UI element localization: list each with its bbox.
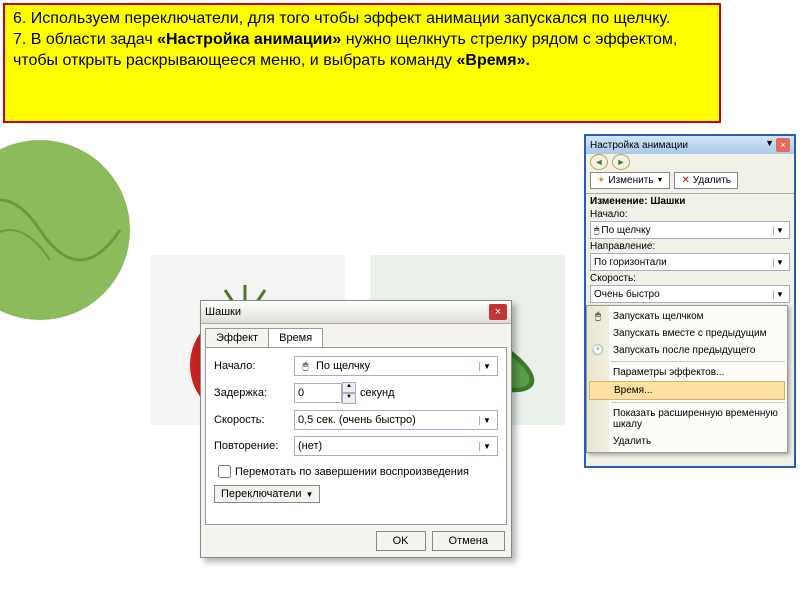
mouse-icon: 🖱 — [590, 309, 606, 325]
delay-unit: секунд — [360, 387, 395, 399]
delay-spinner[interactable]: 0 — [294, 383, 342, 403]
delay-value: 0 — [298, 387, 304, 399]
chevron-down-icon: ▼ — [479, 442, 494, 451]
dialog-titlebar: Шашки × — [201, 301, 511, 324]
menu-start-after[interactable]: 🕐 Запускать после предыдущего — [587, 342, 787, 359]
dialog-tabs: Эффект Время — [205, 328, 507, 347]
tp-direction-combo[interactable]: По горизонтали ▼ — [590, 253, 790, 271]
nav-back-icon[interactable]: ◄ — [590, 154, 608, 170]
chevron-down-icon: ▼ — [773, 226, 786, 235]
instruction-7-bold2: «Время». — [457, 52, 530, 69]
change-label: Изменение: Шашки — [590, 196, 685, 207]
menu-start-click[interactable]: 🖱 Запускать щелчком — [587, 308, 787, 325]
menu-start-with[interactable]: Запускать вместе с предыдущим — [587, 325, 787, 342]
rewind-checkbox[interactable] — [218, 465, 231, 478]
triggers-label: Переключатели — [221, 488, 301, 500]
taskpane-header: Настройка анимации ▼ × — [586, 136, 794, 154]
ok-button[interactable]: OK — [376, 531, 426, 551]
menu-label: Время... — [614, 385, 652, 396]
start-value: По щелчку — [316, 360, 479, 372]
tp-start-value: По щелчку — [601, 225, 773, 236]
repeat-combo[interactable]: (нет) ▼ — [294, 436, 498, 456]
sparkle-icon: ✦ — [597, 175, 605, 186]
nav-forward-icon[interactable]: ► — [612, 154, 630, 170]
speed-combo[interactable]: 0,5 сек. (очень быстро) ▼ — [294, 410, 498, 430]
start-combo[interactable]: 🖱 По щелчку ▼ — [294, 356, 498, 376]
menu-label: Запускать вместе с предыдущим — [613, 328, 767, 339]
tp-speed-value: Очень быстро — [594, 289, 773, 300]
close-icon[interactable]: × — [489, 304, 507, 320]
delete-label: Удалить — [693, 175, 731, 186]
chevron-down-icon: ▼ — [657, 177, 664, 184]
tab-pane-time: Начало: 🖱 По щелчку ▼ Задержка: 0 ▲▼ сек… — [205, 347, 507, 525]
modify-label: Изменить — [608, 175, 653, 186]
menu-label: Удалить — [613, 436, 651, 447]
speed-value: 0,5 сек. (очень быстро) — [298, 414, 479, 426]
instruction-box: 6. Используем переключатели, для того чт… — [3, 3, 721, 123]
chevron-down-icon: ▼ — [479, 416, 494, 425]
tab-time[interactable]: Время — [268, 328, 323, 347]
x-icon: ✕ — [681, 175, 689, 186]
menu-label: Параметры эффектов... — [613, 367, 724, 378]
expand-down-icon: ▼ — [305, 490, 313, 499]
delay-label: Задержка: — [214, 387, 294, 399]
delete-button[interactable]: ✕ Удалить — [674, 172, 738, 189]
speed-label: Скорость: — [214, 414, 294, 426]
taskpane-title: Настройка анимации — [590, 140, 688, 151]
rewind-label: Перемотать по завершении воспроизведения — [235, 466, 469, 478]
chevron-down-icon: ▼ — [479, 362, 494, 371]
dialog-title-text: Шашки — [205, 306, 241, 318]
chevron-down-icon: ▼ — [773, 290, 786, 299]
clock-icon: 🕐 — [590, 343, 606, 359]
menu-timing[interactable]: Время... — [589, 381, 785, 400]
cancel-button[interactable]: Отмена — [432, 531, 505, 551]
tp-start-combo[interactable]: 🖱 По щелчку ▼ — [590, 221, 790, 239]
triggers-button[interactable]: Переключатели ▼ — [214, 485, 320, 503]
spin-buttons[interactable]: ▲▼ — [342, 382, 356, 404]
tp-speed-label: Скорость: — [590, 273, 636, 284]
tp-speed-combo[interactable]: Очень быстро ▼ — [590, 285, 790, 303]
mouse-icon: 🖱 — [298, 361, 313, 372]
instruction-6: 6. Используем переключатели, для того чт… — [13, 10, 670, 27]
tp-start-label: Начало: — [590, 209, 628, 220]
modify-button[interactable]: ✦ Изменить ▼ — [590, 172, 670, 189]
menu-delete[interactable]: Удалить — [587, 433, 787, 450]
instruction-7-bold1: «Настройка анимации» — [157, 31, 341, 48]
menu-label: Запускать после предыдущего — [613, 345, 755, 356]
dropdown-icon[interactable]: ▼ — [765, 138, 774, 152]
close-icon[interactable]: × — [776, 138, 790, 152]
tab-effect[interactable]: Эффект — [205, 328, 269, 347]
menu-label: Показать расширенную временную шкалу — [613, 408, 781, 430]
repeat-value: (нет) — [298, 440, 479, 452]
mouse-icon: 🖱 — [594, 225, 599, 236]
instruction-7-prefix: 7. В области задач — [13, 31, 157, 48]
cabbage-image — [0, 130, 140, 330]
effect-context-menu: 🖱 Запускать щелчком Запускать вместе с п… — [586, 305, 788, 453]
timing-dialog: Шашки × Эффект Время Начало: 🖱 По щелчку… — [200, 300, 512, 558]
repeat-label: Повторение: — [214, 440, 294, 452]
tp-direction-label: Направление: — [590, 241, 655, 252]
menu-show-timeline[interactable]: Показать расширенную временную шкалу — [587, 405, 787, 433]
start-label: Начало: — [214, 360, 294, 372]
menu-label: Запускать щелчком — [613, 311, 704, 322]
tp-direction-value: По горизонтали — [594, 257, 773, 268]
chevron-down-icon: ▼ — [773, 258, 786, 267]
menu-effect-options[interactable]: Параметры эффектов... — [587, 364, 787, 381]
